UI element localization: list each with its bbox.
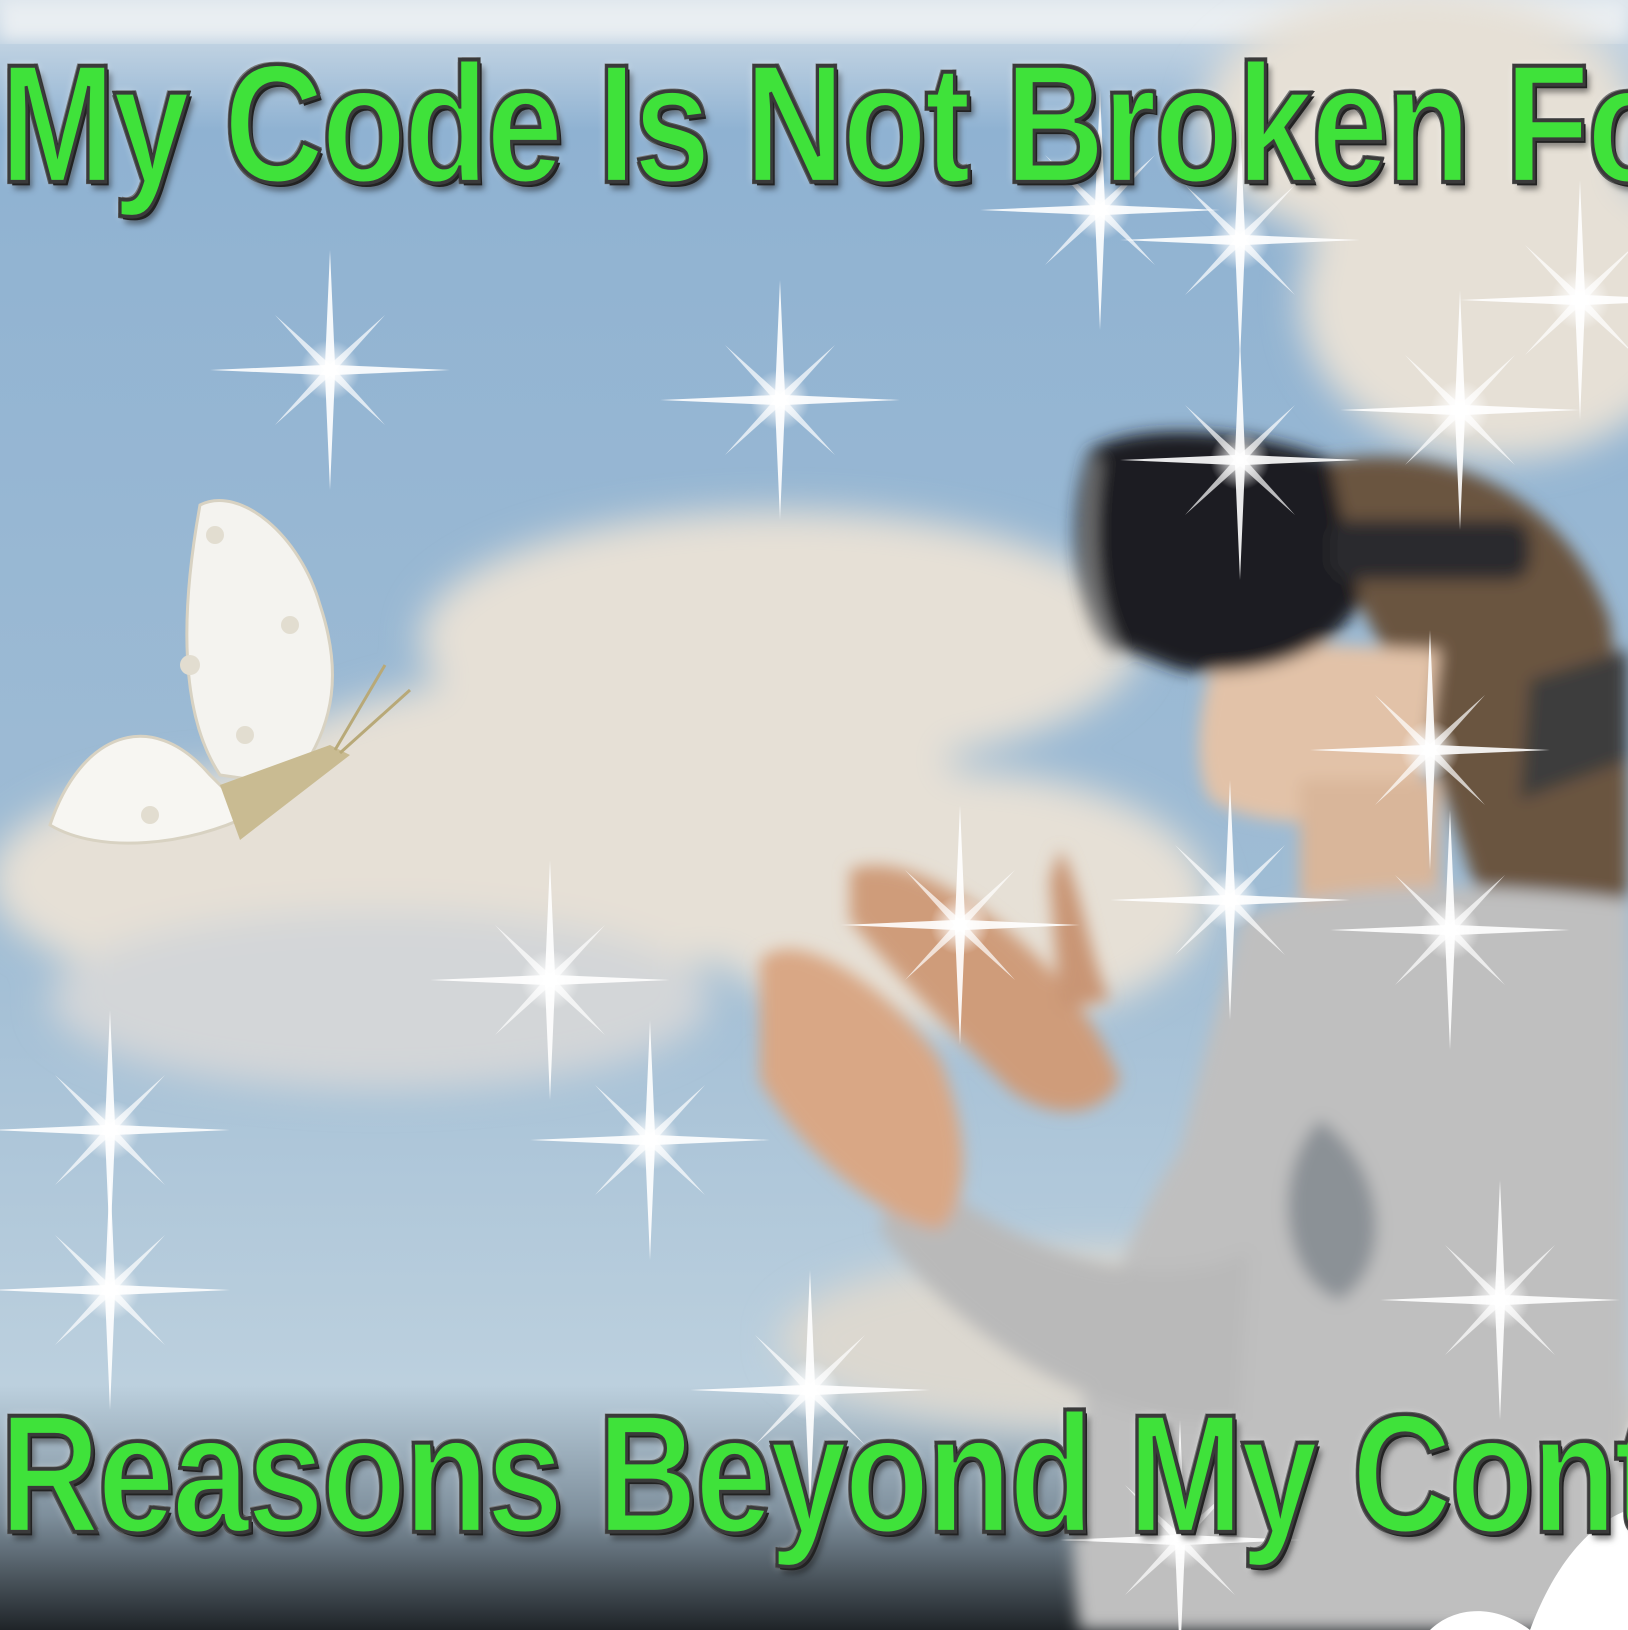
meme-image: My Code Is Not Broken For Reasons Beyond…: [0, 0, 1628, 1630]
meme-bottom-caption: Reasons Beyond My Control: [0, 1379, 1628, 1571]
meme-top-caption: My Code Is Not Broken For: [0, 29, 1628, 221]
